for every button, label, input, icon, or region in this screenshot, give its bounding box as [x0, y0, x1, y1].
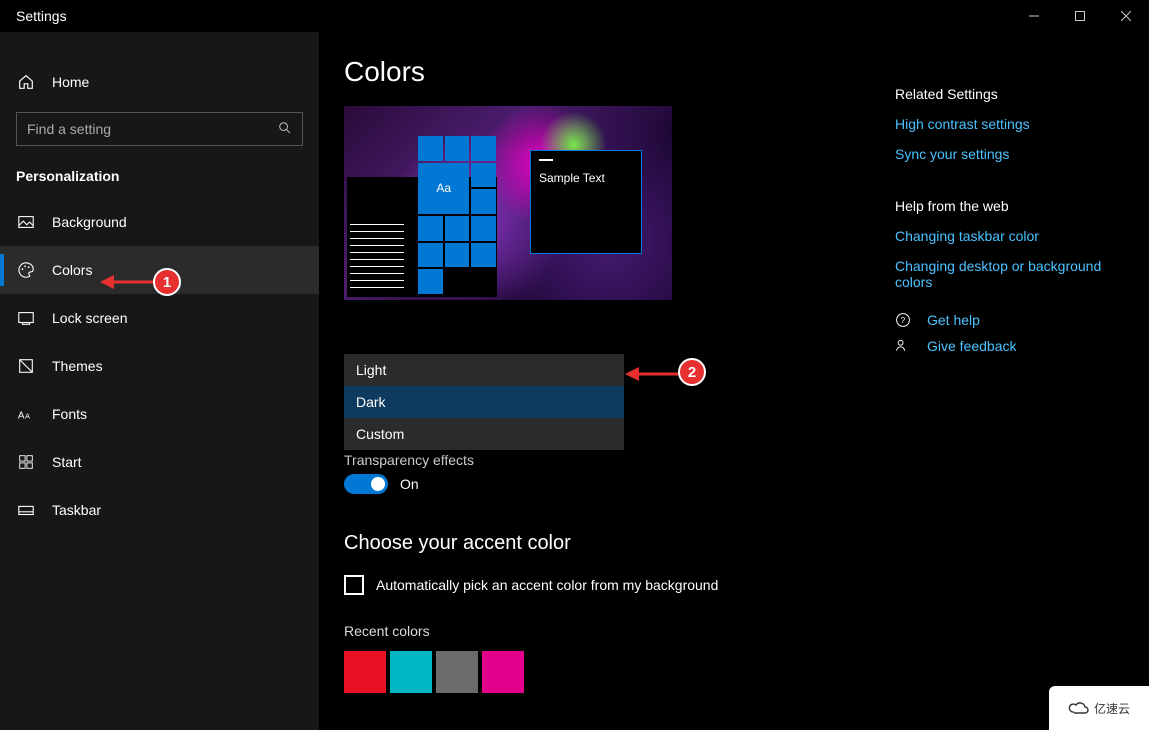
svg-text:A: A — [25, 412, 30, 421]
annotation-arrow-1 — [100, 270, 155, 294]
related-heading: Related Settings — [895, 86, 1125, 102]
color-preview: Aa Sample Text — [344, 106, 672, 300]
help-heading: Help from the web — [895, 198, 1125, 214]
annotation-arrow-2 — [625, 362, 680, 386]
transparency-toggle[interactable] — [344, 474, 388, 494]
nav-fonts[interactable]: AA Fonts — [0, 390, 319, 438]
auto-accent-label: Automatically pick an accent color from … — [376, 577, 718, 593]
taskbar-icon — [16, 500, 36, 520]
recent-color-swatch[interactable] — [482, 651, 524, 693]
nav-taskbar[interactable]: Taskbar — [0, 486, 319, 534]
recent-colors-heading: Recent colors — [344, 623, 875, 639]
picture-icon — [16, 212, 36, 232]
annotation-badge-1: 1 — [153, 268, 181, 296]
nav-home-label: Home — [52, 74, 89, 90]
nav-label: Start — [52, 454, 82, 470]
nav-label: Themes — [52, 358, 103, 374]
color-mode-dropdown[interactable]: Light Dark Custom — [344, 354, 624, 450]
get-help-link[interactable]: ? Get help — [895, 312, 1125, 328]
nav-label: Background — [52, 214, 127, 230]
page-title: Colors — [344, 56, 875, 88]
nav-label: Colors — [52, 262, 92, 278]
help-link-taskbar-color[interactable]: Changing taskbar color — [895, 228, 1125, 244]
transparency-state: On — [400, 476, 419, 492]
nav-start[interactable]: Start — [0, 438, 319, 486]
watermark: 亿速云 — [1049, 686, 1149, 730]
close-button[interactable] — [1103, 0, 1149, 32]
recent-color-swatch[interactable] — [436, 651, 478, 693]
get-help-label: Get help — [927, 312, 980, 328]
nav-lock-screen[interactable]: Lock screen — [0, 294, 319, 342]
nav-background[interactable]: Background — [0, 198, 319, 246]
related-link-sync[interactable]: Sync your settings — [895, 146, 1125, 162]
sidebar: Home Personalization Background Colors — [0, 32, 320, 730]
nav-label: Fonts — [52, 406, 87, 422]
start-icon — [16, 452, 36, 472]
give-feedback-label: Give feedback — [927, 338, 1017, 354]
recent-color-swatch[interactable] — [390, 651, 432, 693]
recent-colors — [344, 651, 875, 693]
nav-label: Lock screen — [52, 310, 127, 326]
help-link-desktop-colors[interactable]: Changing desktop or background colors — [895, 258, 1125, 290]
home-icon — [16, 72, 36, 92]
nav-label: Taskbar — [52, 502, 101, 518]
recent-color-swatch[interactable] — [344, 651, 386, 693]
sidebar-section-heading: Personalization — [0, 158, 319, 198]
search-icon — [278, 121, 292, 138]
search-input-wrap[interactable] — [16, 112, 303, 146]
nav-home[interactable]: Home — [0, 60, 319, 104]
preview-tile-aa: Aa — [418, 163, 469, 214]
help-icon: ? — [895, 312, 913, 328]
color-mode-option-light[interactable]: Light — [344, 354, 624, 386]
preview-sample-text: Sample Text — [539, 171, 633, 185]
minimize-button[interactable] — [1011, 0, 1057, 32]
fonts-icon: AA — [16, 404, 36, 424]
window-title: Settings — [16, 8, 67, 24]
feedback-icon — [895, 338, 913, 354]
accent-heading: Choose your accent color — [344, 532, 875, 555]
palette-icon — [16, 260, 36, 280]
color-mode-option-custom[interactable]: Custom — [344, 418, 624, 450]
annotation-badge-2: 2 — [678, 358, 706, 386]
search-input[interactable] — [27, 121, 278, 137]
svg-text:A: A — [18, 411, 25, 422]
give-feedback-link[interactable]: Give feedback — [895, 338, 1125, 354]
lockscreen-icon — [16, 308, 36, 328]
related-link-high-contrast[interactable]: High contrast settings — [895, 116, 1125, 132]
transparency-label: Transparency effects — [344, 452, 875, 468]
nav-themes[interactable]: Themes — [0, 342, 319, 390]
maximize-button[interactable] — [1057, 0, 1103, 32]
auto-accent-checkbox[interactable] — [344, 575, 364, 595]
themes-icon — [16, 356, 36, 376]
svg-text:?: ? — [901, 316, 906, 325]
color-mode-option-dark[interactable]: Dark — [344, 386, 624, 418]
